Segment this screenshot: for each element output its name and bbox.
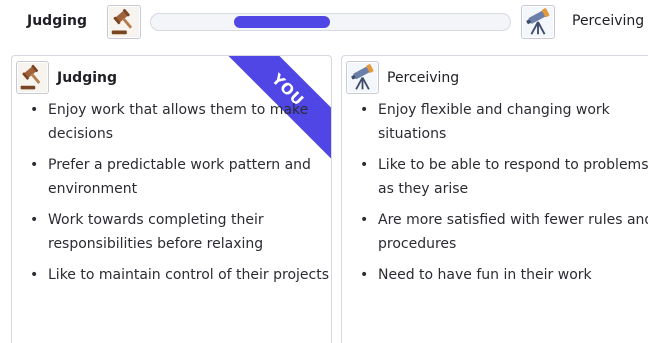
perceiving-card: Perceiving Enjoy flexible and changing w… [341, 55, 648, 343]
list-item: Work towards completing their responsibi… [28, 208, 331, 256]
scale-indicator [233, 16, 331, 28]
list-item: Enjoy flexible and changing work situati… [358, 98, 648, 146]
list-item: Like to maintain control of their projec… [28, 263, 331, 287]
card-title-perceiving: Perceiving [387, 70, 460, 86]
list-item: Need to have fun in their work [358, 263, 648, 287]
telescope-icon [521, 5, 555, 39]
gavel-icon [107, 5, 141, 39]
perceiving-traits-list: Enjoy flexible and changing work situati… [358, 98, 648, 294]
list-item: Enjoy work that allows them to make deci… [28, 98, 331, 146]
list-item: Like to be able to respond to problems a… [358, 153, 648, 201]
preference-scale: Judging Perceiving [0, 0, 648, 46]
judging-card: Judging YOU Enjoy work that allows them … [11, 55, 332, 343]
list-item: Are more satisfied with fewer rules and … [358, 208, 648, 256]
scale-label-judging: Judging [27, 13, 88, 29]
scale-label-perceiving: Perceiving [572, 13, 645, 29]
list-item: Prefer a predictable work pattern and en… [28, 153, 331, 201]
judging-traits-list: Enjoy work that allows them to make deci… [28, 98, 331, 294]
gavel-icon [16, 61, 49, 94]
scale-track [150, 13, 511, 31]
card-title-judging: Judging [57, 70, 118, 86]
telescope-icon [346, 61, 379, 94]
